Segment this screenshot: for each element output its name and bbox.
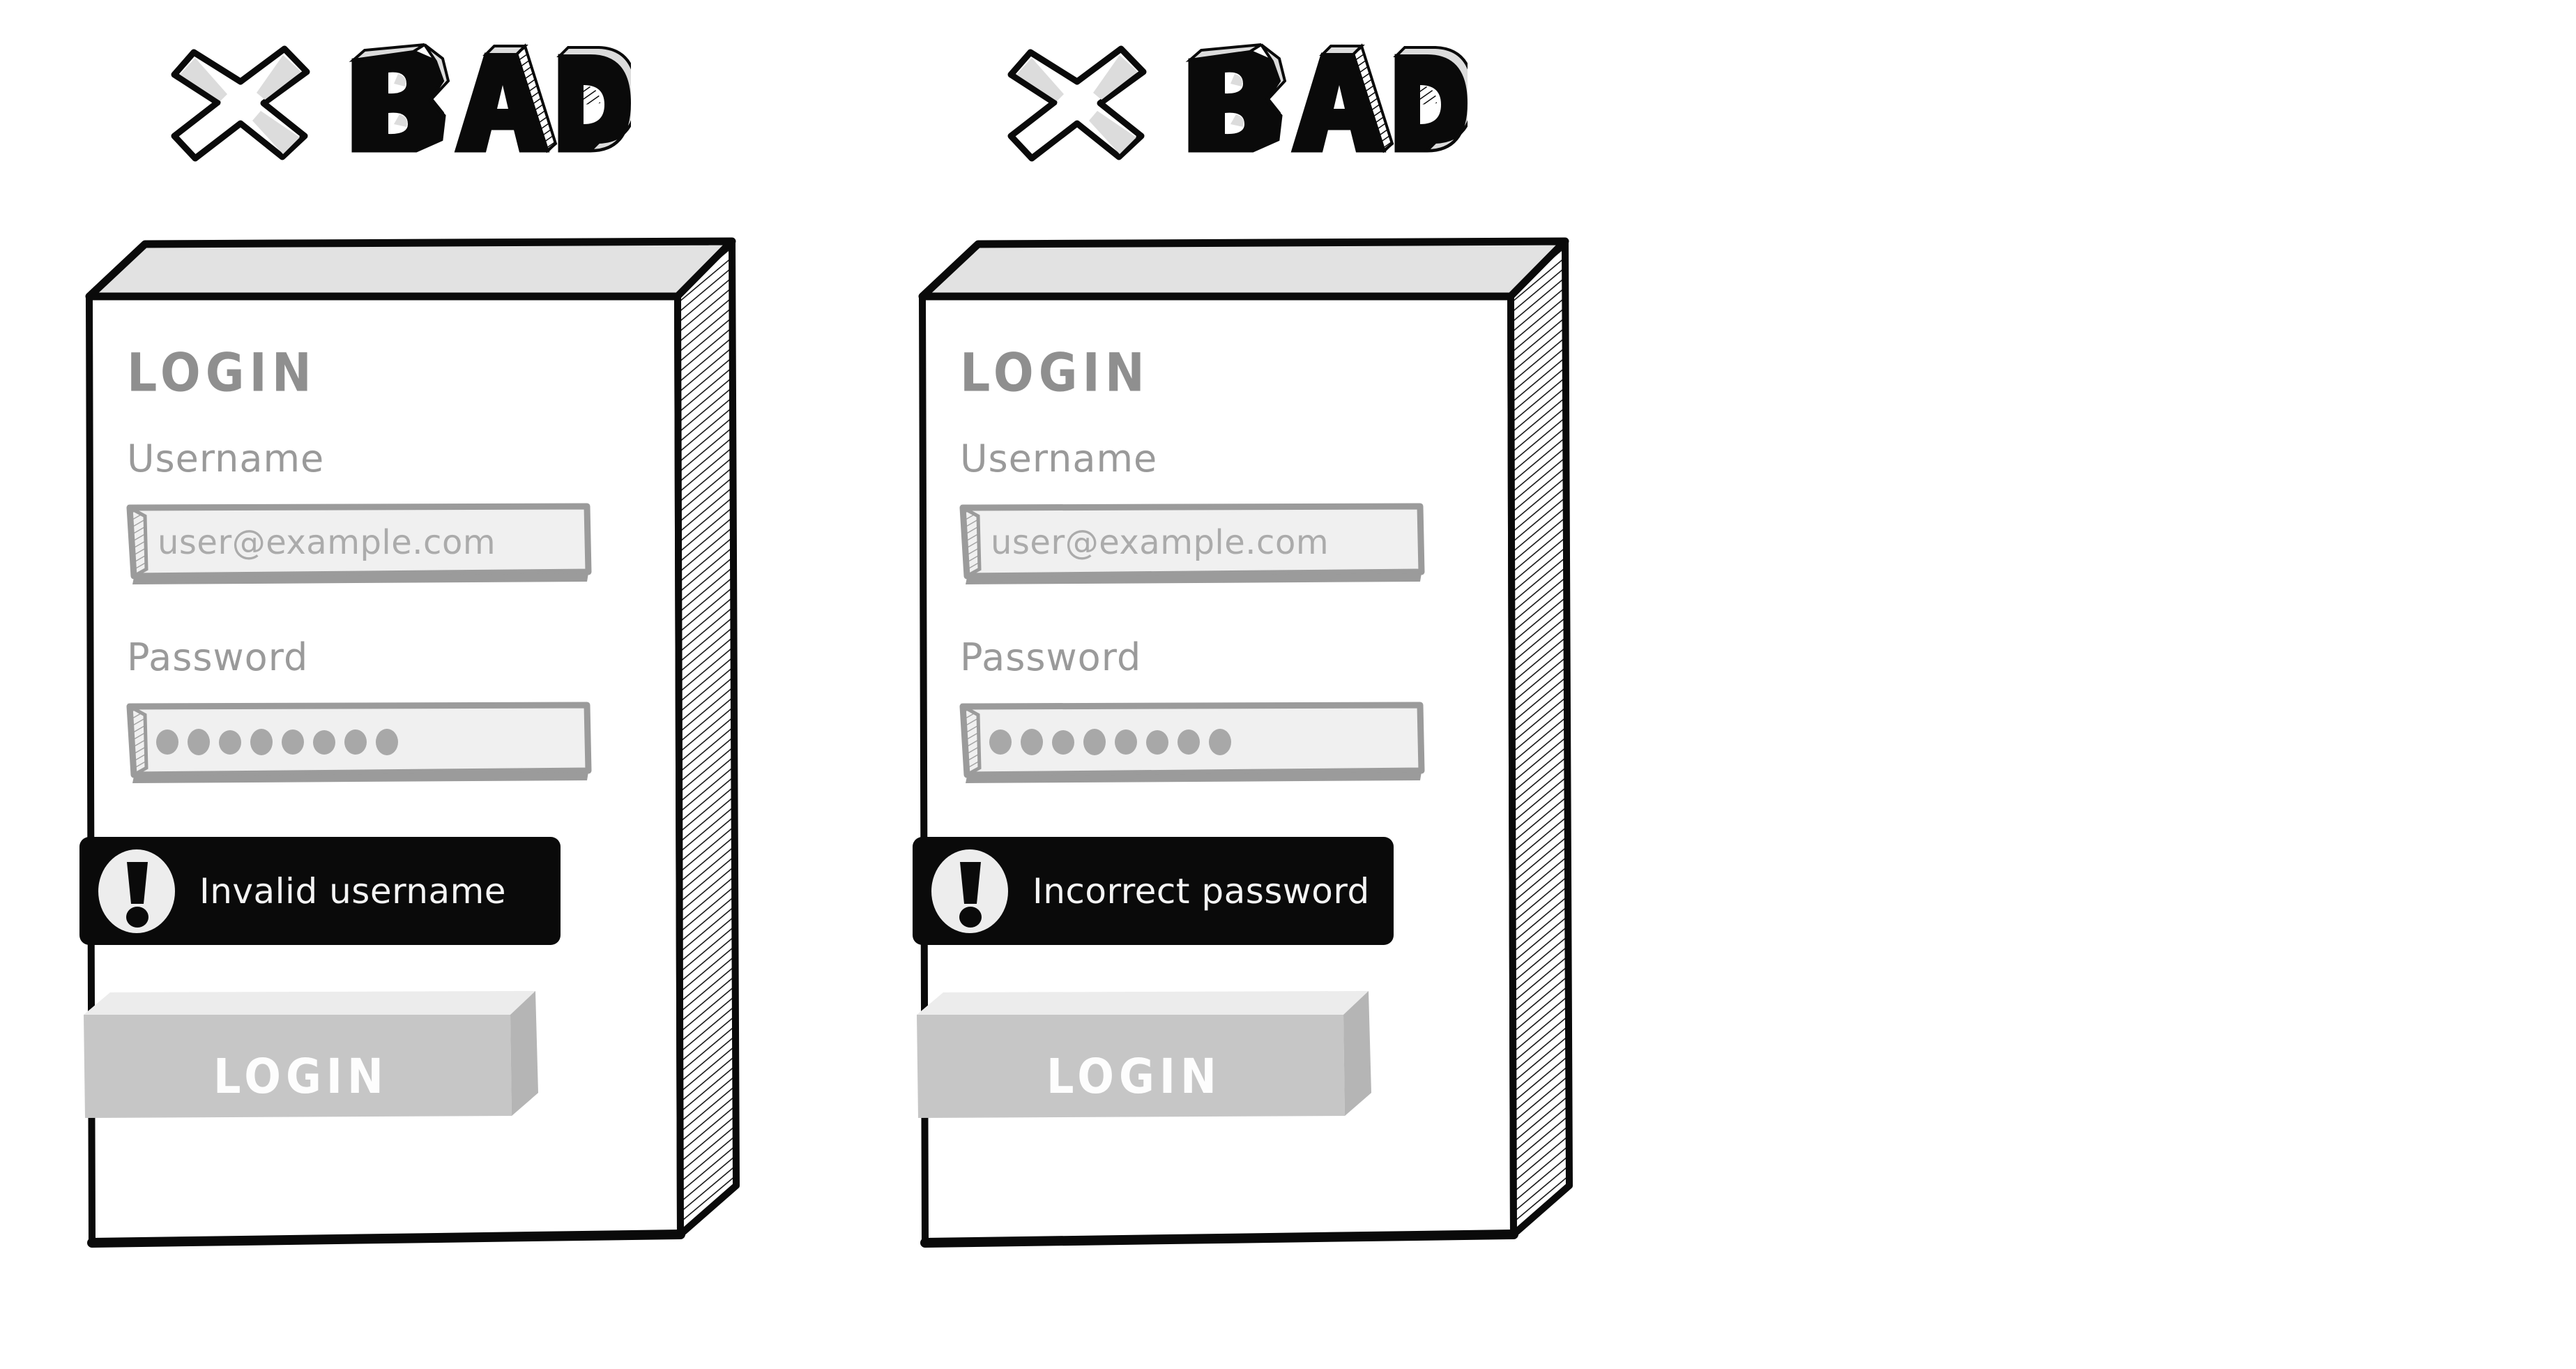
password-masked-value-left bbox=[156, 729, 398, 755]
login-card-left: LOGIN Username user@example.com Password… bbox=[79, 230, 864, 1318]
illustration-canvas: LOGIN Username user@example.com Password… bbox=[0, 0, 2576, 1369]
username-input-right[interactable]: user@example.com bbox=[957, 502, 1426, 586]
username-label-right: Username bbox=[960, 437, 1158, 481]
login-button-label-left: LOGIN bbox=[213, 1048, 388, 1105]
password-label-right: Password bbox=[960, 635, 1142, 679]
login-card-right: LOGIN Username user@example.com Password bbox=[913, 230, 1698, 1318]
exclamation-circle-icon bbox=[98, 849, 175, 933]
x-mark-icon bbox=[1007, 45, 1147, 162]
username-placeholder-left: user@example.com bbox=[158, 523, 496, 562]
error-message-left: Invalid username bbox=[199, 870, 507, 912]
verdict-badge-right bbox=[1004, 38, 1468, 164]
error-banner-left: Invalid username bbox=[79, 837, 561, 945]
login-button-right[interactable]: LOGIN bbox=[910, 987, 1384, 1133]
password-masked-value-right bbox=[989, 729, 1231, 755]
password-label-left: Password bbox=[127, 635, 309, 679]
verdict-badge-left bbox=[167, 38, 631, 164]
error-banner-right: Incorrect password bbox=[913, 837, 1394, 945]
exclamation-circle-icon bbox=[931, 849, 1008, 933]
error-message-right: Incorrect password bbox=[1032, 870, 1370, 912]
login-button-label-right: LOGIN bbox=[1046, 1048, 1221, 1105]
card-title-left: LOGIN bbox=[127, 342, 317, 404]
username-placeholder-right: user@example.com bbox=[991, 523, 1329, 562]
login-button-left[interactable]: LOGIN bbox=[77, 987, 551, 1133]
verdict-label-left bbox=[349, 43, 631, 153]
verdict-label-right bbox=[1185, 43, 1468, 153]
username-input-left[interactable]: user@example.com bbox=[124, 502, 593, 586]
card-title-right: LOGIN bbox=[960, 342, 1150, 404]
password-input-left[interactable] bbox=[124, 701, 593, 785]
password-input-right[interactable] bbox=[957, 701, 1426, 785]
x-mark-icon bbox=[171, 45, 310, 162]
username-label-left: Username bbox=[127, 437, 325, 481]
